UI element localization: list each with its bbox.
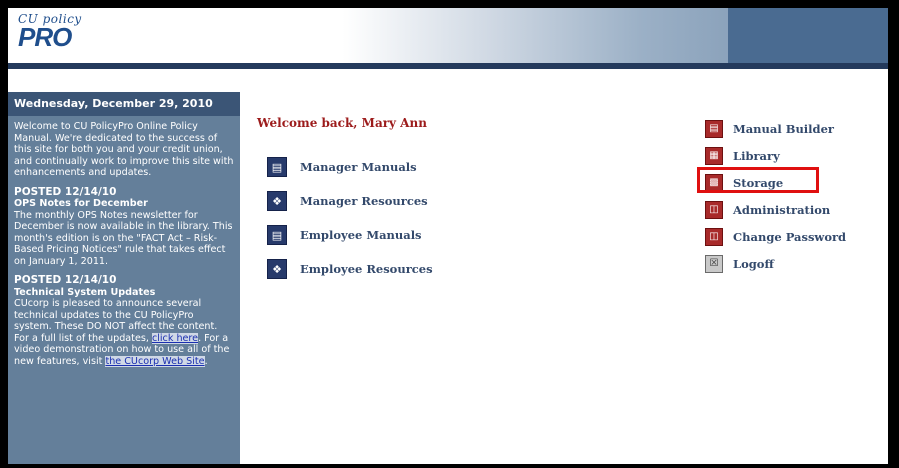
header-divider <box>8 63 888 69</box>
post-title: OPS Notes for December <box>14 198 148 209</box>
post-title: Technical System Updates <box>14 286 156 298</box>
menu-logoff[interactable]: ☒ Logoff <box>705 250 846 277</box>
news-post-technical-updates: POSTED 12/14/10 Technical System Updates… <box>14 274 234 367</box>
book-icon: ▤ <box>267 157 287 177</box>
menu-label: Library <box>733 148 780 163</box>
manuals-nav: ▤ Manager Manuals ❖ Manager Resources ▤ … <box>267 150 433 286</box>
news-post-ops-notes: POSTED 12/14/10 OPS Notes for December T… <box>14 185 234 268</box>
header-right-panel <box>728 8 888 63</box>
menu-label: Manual Builder <box>733 121 834 136</box>
nav-label: Employee Manuals <box>300 228 422 242</box>
nav-label: Manager Manuals <box>300 160 417 174</box>
menu-label: Administration <box>733 202 831 217</box>
sidebar-date: Wednesday, December 29, 2010 <box>8 92 240 116</box>
post-date: POSTED 12/14/10 <box>14 185 117 198</box>
org-chart-icon: ◫ <box>705 227 723 246</box>
post-date: POSTED 12/14/10 <box>14 274 117 286</box>
storage-highlight-box <box>697 167 819 193</box>
sidebar-intro: Welcome to CU PolicyPro Online Policy Ma… <box>14 121 234 178</box>
menu-label: Logoff <box>733 256 774 271</box>
post-body: The monthly OPS Notes newsletter for Dec… <box>14 209 233 267</box>
lightbulb-icon: ❖ <box>267 259 287 279</box>
menu-library[interactable]: ▦ Library <box>705 142 846 169</box>
click-here-link[interactable]: click here <box>151 332 199 344</box>
book-icon: ▤ <box>267 225 287 245</box>
nav-label: Manager Resources <box>300 194 428 208</box>
nav-employee-resources[interactable]: ❖ Employee Resources <box>267 252 433 286</box>
book-icon: ▤ <box>705 119 723 138</box>
menu-manual-builder[interactable]: ▤ Manual Builder <box>705 115 846 142</box>
nav-manager-manuals[interactable]: ▤ Manager Manuals <box>267 150 433 184</box>
logoff-icon: ☒ <box>705 254 723 273</box>
sidebar-body: Welcome to CU PolicyPro Online Policy Ma… <box>8 116 240 380</box>
post-body-end: . <box>204 355 208 367</box>
cucorp-website-link[interactable]: the CUcorp Web Site <box>105 355 205 367</box>
nav-manager-resources[interactable]: ❖ Manager Resources <box>267 184 433 218</box>
menu-label: Change Password <box>733 229 847 244</box>
account-menu: ▤ Manual Builder ▦ Library ▩ Storage ◫ A… <box>705 115 846 277</box>
cu-policy-pro-logo[interactable]: CU policy PRO <box>18 12 82 52</box>
menu-change-password[interactable]: ◫ Change Password <box>705 223 846 250</box>
menu-administration[interactable]: ◫ Administration <box>705 196 846 223</box>
nav-employee-manuals[interactable]: ▤ Employee Manuals <box>267 218 433 252</box>
news-sidebar: Wednesday, December 29, 2010 Welcome to … <box>8 92 240 464</box>
org-chart-icon: ◫ <box>705 200 723 219</box>
header: CU policy PRO <box>8 8 888 63</box>
welcome-message: Welcome back, Mary Ann <box>257 116 427 130</box>
nav-label: Employee Resources <box>300 262 433 276</box>
logo-big-text: PRO <box>18 22 72 52</box>
bookshelf-icon: ▦ <box>705 146 723 165</box>
lightbulb-icon: ❖ <box>267 191 287 211</box>
